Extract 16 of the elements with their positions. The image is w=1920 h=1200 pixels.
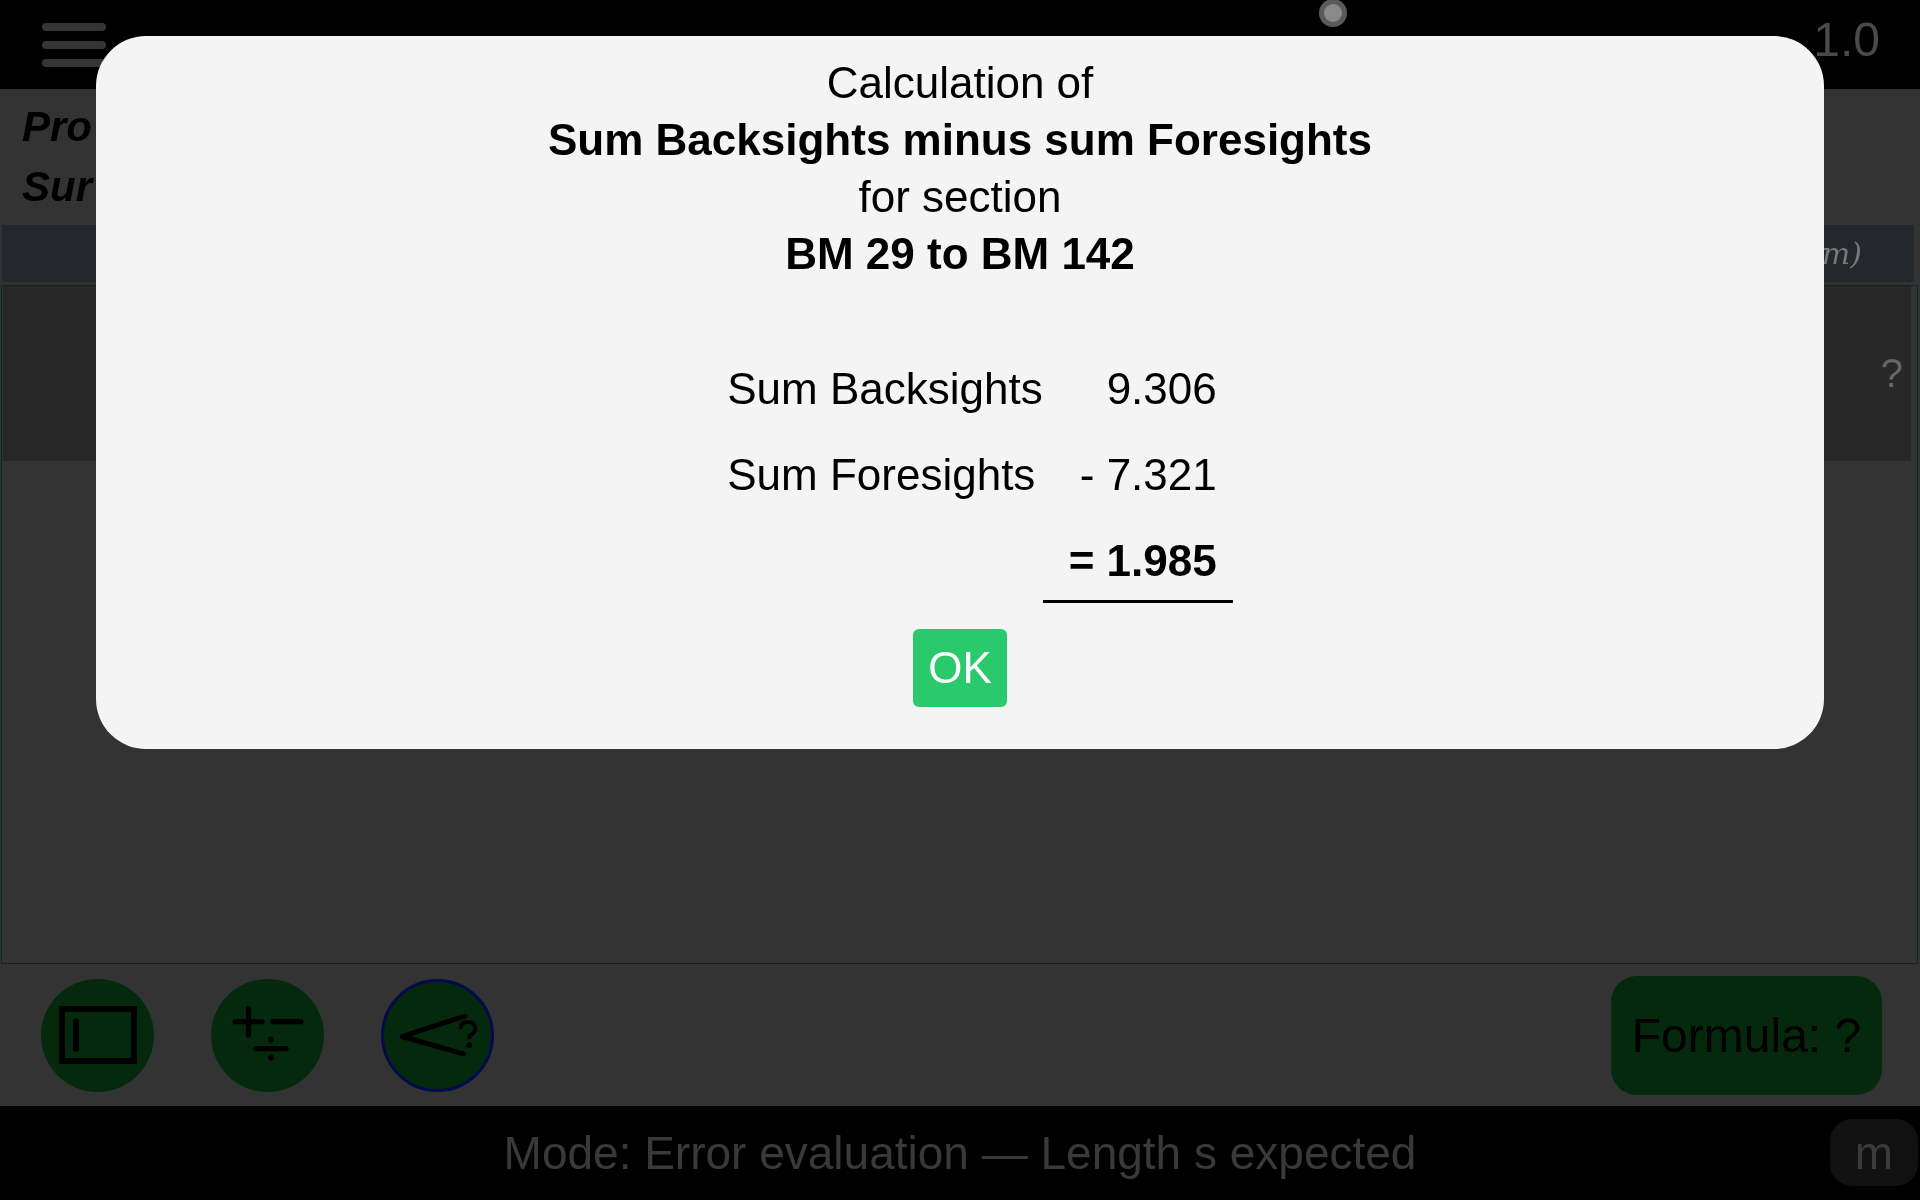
sum-value: 9.306 bbox=[1105, 363, 1218, 415]
result-value: = 1.985 bbox=[1042, 532, 1233, 603]
sum-label: Sum Backsights bbox=[727, 363, 1043, 415]
table-cell: ? bbox=[1880, 351, 1903, 396]
mode-text: Mode: Error evaluation — Length s expected bbox=[503, 1126, 1417, 1180]
column-heading: m) bbox=[1821, 236, 1862, 271]
dialog-title-text: for section bbox=[858, 171, 1062, 223]
dialog-title-text: BM 29 to BM 142 bbox=[785, 228, 1135, 280]
menu-icon[interactable] bbox=[42, 22, 106, 67]
sum-label: Sum Foresights bbox=[727, 449, 1037, 501]
app-title: 1.0 bbox=[1813, 12, 1880, 67]
dialog-title-text: Calculation of bbox=[826, 57, 1094, 109]
rectangle-icon bbox=[57, 1005, 138, 1065]
sum-value: - 7.321 bbox=[1078, 449, 1218, 501]
dialog-title-text: Sum Backsights minus sum Foresights bbox=[548, 114, 1372, 166]
ok-button[interactable]: OK bbox=[913, 629, 1007, 707]
